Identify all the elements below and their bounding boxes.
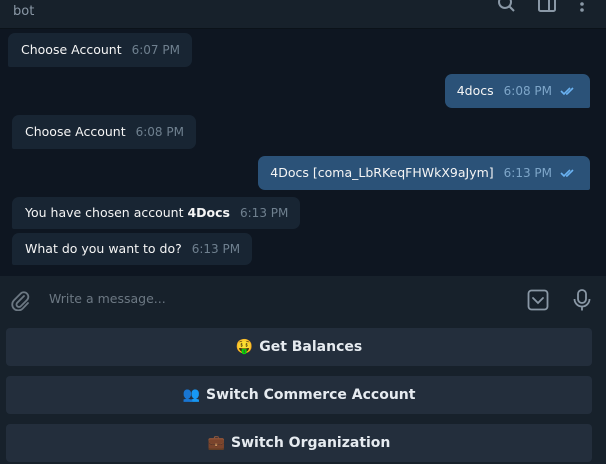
get-balances-button[interactable]: 🤑 Get Balances bbox=[6, 328, 592, 366]
message-outgoing: 4docs 6:08 PM bbox=[444, 74, 590, 108]
message-incoming: Choose Account 6:08 PM bbox=[12, 115, 196, 149]
microphone-icon[interactable] bbox=[571, 288, 593, 316]
message-outgoing: 4Docs [coma_LbRKeqFHWkX9aJym] 6:13 PM bbox=[258, 156, 590, 190]
message-text-bold: 4Docs bbox=[187, 205, 230, 220]
button-label: Switch Commerce Account bbox=[205, 387, 416, 403]
message-incoming: You have chosen account 4Docs 6:13 PM bbox=[12, 197, 301, 229]
message-input[interactable]: Write a message... bbox=[49, 291, 166, 306]
keyboard-toggle-icon[interactable] bbox=[527, 289, 549, 315]
read-check-icon bbox=[560, 168, 574, 177]
chat-status: bot bbox=[13, 4, 35, 19]
chat-header: bot bbox=[0, 0, 606, 29]
money-face-icon: 🤑 bbox=[235, 339, 254, 355]
switch-commerce-account-button[interactable]: 👥 Switch Commerce Account bbox=[6, 376, 592, 414]
message-incoming: Choose Account 6:07 PM bbox=[8, 33, 192, 67]
attach-icon[interactable] bbox=[9, 289, 31, 315]
bot-keyboard: 🤑 Get Balances 👥 Switch Commerce Account 💼… bbox=[0, 324, 606, 464]
message-text: Choose Account bbox=[25, 124, 126, 139]
message-time: 6:13 PM bbox=[240, 206, 289, 220]
message-text-prefix: You have chosen account bbox=[25, 205, 188, 220]
message-list[interactable]: Choose Account 6:07 PM 4docs 6:08 PM Choos… bbox=[0, 29, 606, 275]
message-text: Choose Account bbox=[21, 42, 122, 57]
message-text: 4docs bbox=[456, 83, 494, 98]
button-label: Switch Organization bbox=[231, 435, 391, 451]
switch-organization-button[interactable]: 💼 Switch Organization bbox=[6, 424, 592, 462]
message-text: 4Docs [coma_LbRKeqFHWkX9aJym] bbox=[270, 165, 494, 180]
briefcase-icon: 💼 bbox=[207, 435, 226, 451]
message-incoming: What do you want to do? 6:13 PM bbox=[12, 233, 253, 265]
users-icon: 👥 bbox=[182, 387, 200, 403]
button-label: Get Balances bbox=[259, 339, 363, 355]
message-text: What do you want to do? bbox=[25, 241, 182, 256]
search-icon[interactable] bbox=[497, 0, 517, 14]
message-composer: Write a message... bbox=[0, 276, 606, 324]
message-time: 6:13 PM bbox=[191, 242, 241, 256]
read-check-icon bbox=[560, 86, 574, 95]
more-vertical-icon[interactable] bbox=[572, 0, 592, 14]
message-time: 6:13 PM bbox=[503, 166, 553, 180]
message-time: 6:08 PM bbox=[135, 125, 184, 139]
message-time: 6:07 PM bbox=[131, 43, 180, 57]
message-time: 6:08 PM bbox=[503, 84, 553, 98]
sidebar-toggle-icon[interactable] bbox=[537, 0, 557, 14]
